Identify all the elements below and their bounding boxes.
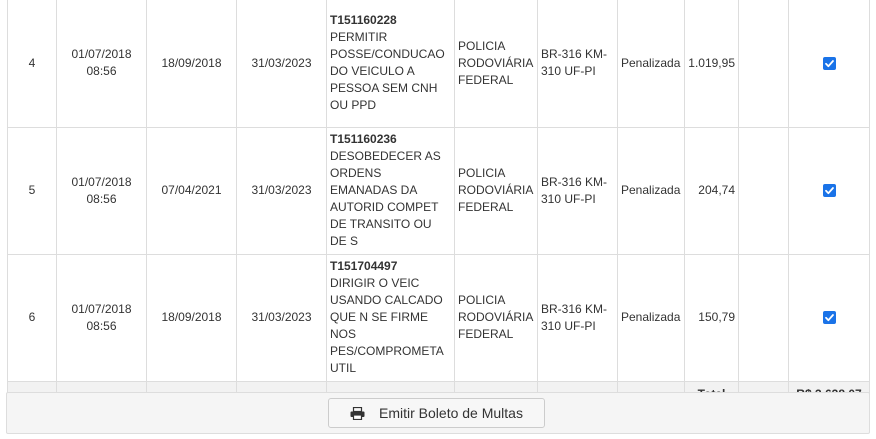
status-cell: Penalizada: [617, 126, 685, 255]
checkmark-icon: [824, 60, 834, 68]
due-date-cell: 31/03/2023: [236, 126, 327, 255]
agency-cell: POLICIA RODOVIÁRIA FEDERAL: [454, 126, 538, 255]
due-date-cell: 31/03/2023: [236, 0, 327, 128]
table-row: 5 01/07/2018 08:56 07/04/2021 31/03/2023 T151…: [7, 126, 870, 255]
notification-date-cell: 07/04/2021: [146, 126, 237, 255]
infraction-description-line: DESOBEDECER AS: [330, 149, 441, 163]
infraction-code: T151704497: [330, 259, 398, 273]
infraction-datetime-cell: 01/07/2018 08:56: [56, 253, 147, 382]
notification-date-cell: 18/09/2018: [146, 0, 237, 128]
agency-line: FEDERAL: [458, 200, 514, 214]
infraction-description-cell: T151160236 DESOBEDECER AS ORDENS EMANADAS D…: [326, 126, 455, 255]
empty-cell: [738, 126, 789, 255]
infraction-description-line: UTIL: [330, 361, 357, 375]
agency-cell: POLICIA RODOVIÁRIA FEDERAL: [454, 0, 538, 128]
status-cell: Penalizada: [617, 253, 685, 382]
infraction-datetime-cell: 01/07/2018 08:56: [56, 0, 147, 128]
empty-cell: [738, 253, 789, 382]
due-date-cell: 31/03/2023: [236, 253, 327, 382]
row-number-cell: 5: [7, 126, 57, 255]
infraction-description-line: DE TRANSITO OU: [330, 217, 432, 231]
location-cell: BR-316 KM- 310 UF-PI: [537, 253, 618, 382]
footer-panel: Emitir Boleto de Multas: [6, 392, 870, 434]
infraction-description-line: PERMITIR: [330, 30, 388, 45]
infraction-date: 01/07/2018: [71, 174, 132, 189]
amount-cell: 1.019,95: [684, 0, 739, 128]
emit-boleto-label: Emitir Boleto de Multas: [379, 405, 523, 421]
location-line: BR-316 KM-: [541, 301, 608, 316]
infraction-time: 08:56: [86, 191, 117, 206]
infraction-date: 01/07/2018: [71, 47, 132, 62]
empty-cell: [738, 0, 789, 128]
fines-table: 4 01/07/2018 08:56 18/09/2018 31/03/2023 T151…: [7, 0, 870, 409]
agency-line: FEDERAL: [458, 72, 514, 87]
row-number-cell: 6: [7, 253, 57, 382]
agency-line: POLICIA: [458, 166, 506, 180]
table-row: 4 01/07/2018 08:56 18/09/2018 31/03/2023 T151…: [7, 0, 870, 128]
infraction-datetime-cell: 01/07/2018 08:56: [56, 126, 147, 255]
location-line: 310 UF-PI: [541, 64, 596, 79]
select-checkbox[interactable]: [822, 57, 836, 71]
location-line: BR-316 KM-: [541, 174, 608, 189]
infraction-description-line: DE S: [330, 234, 359, 248]
agency-cell: POLICIA RODOVIÁRIA FEDERAL: [454, 253, 538, 382]
infraction-date: 01/07/2018: [71, 301, 132, 316]
infraction-description-line: PESSOA SEM CNH: [330, 81, 438, 96]
location-line: 310 UF-PI: [541, 318, 596, 333]
checkmark-icon: [824, 314, 834, 322]
amount-cell: 204,74: [684, 126, 739, 255]
status-cell: Penalizada: [617, 0, 685, 128]
checkmark-icon: [824, 187, 834, 195]
printer-icon: [350, 406, 365, 420]
location-cell: BR-316 KM- 310 UF-PI: [537, 126, 618, 255]
agency-line: FEDERAL: [458, 327, 514, 341]
infraction-description-line: POSSE/CONDUCAO: [330, 47, 445, 62]
select-checkbox[interactable]: [822, 311, 836, 325]
select-cell: [788, 0, 870, 128]
select-cell: [788, 253, 870, 382]
infraction-time: 08:56: [86, 318, 117, 333]
fines-panel: 4 01/07/2018 08:56 18/09/2018 31/03/2023 T151…: [0, 0, 876, 439]
notification-date-cell: 18/09/2018: [146, 253, 237, 382]
infraction-description-line: ORDENS: [330, 166, 382, 180]
infraction-description-line: AUTORID COMPET: [330, 200, 439, 214]
infraction-description-cell: T151704497 DIRIGIR O VEIC USANDO CALCADO QU…: [326, 253, 455, 382]
row-number-cell: 4: [7, 0, 57, 128]
infraction-code: T151160228: [330, 13, 397, 28]
infraction-description-line: EMANADAS DA: [330, 183, 418, 197]
agency-line: POLICIA: [458, 38, 506, 53]
infraction-description-cell: T151160228 PERMITIR POSSE/CONDUCAO DO VEICU…: [326, 0, 455, 128]
infraction-time: 08:56: [86, 64, 117, 79]
location-line: 310 UF-PI: [541, 191, 596, 206]
select-cell: [788, 126, 870, 255]
infraction-description-line: PES/COMPROMETA: [330, 344, 444, 358]
infraction-description-line: OU PPD: [330, 98, 377, 113]
infraction-description-line: DIRIGIR O VEIC: [330, 276, 420, 290]
table-row: 6 01/07/2018 08:56 18/09/2018 31/03/2023 T151…: [7, 253, 870, 382]
infraction-description-line: USANDO CALCADO: [330, 293, 443, 307]
agency-line: RODOVIÁRIA: [458, 183, 534, 197]
location-line: BR-316 KM-: [541, 47, 608, 62]
agency-line: RODOVIÁRIA: [458, 55, 534, 70]
infraction-description-line: NOS: [330, 327, 357, 341]
agency-line: POLICIA: [458, 293, 506, 307]
agency-line: RODOVIÁRIA: [458, 310, 534, 324]
select-checkbox[interactable]: [822, 184, 836, 198]
amount-cell: 150,79: [684, 253, 739, 382]
fines-table-body: 4 01/07/2018 08:56 18/09/2018 31/03/2023 T151…: [7, 0, 870, 382]
infraction-description-line: DO VEICULO A: [330, 64, 415, 79]
infraction-description-line: QUE N SE FIRME: [330, 310, 429, 324]
infraction-code: T151160236: [330, 132, 397, 146]
location-cell: BR-316 KM- 310 UF-PI: [537, 0, 618, 128]
emit-boleto-button[interactable]: Emitir Boleto de Multas: [328, 398, 545, 428]
